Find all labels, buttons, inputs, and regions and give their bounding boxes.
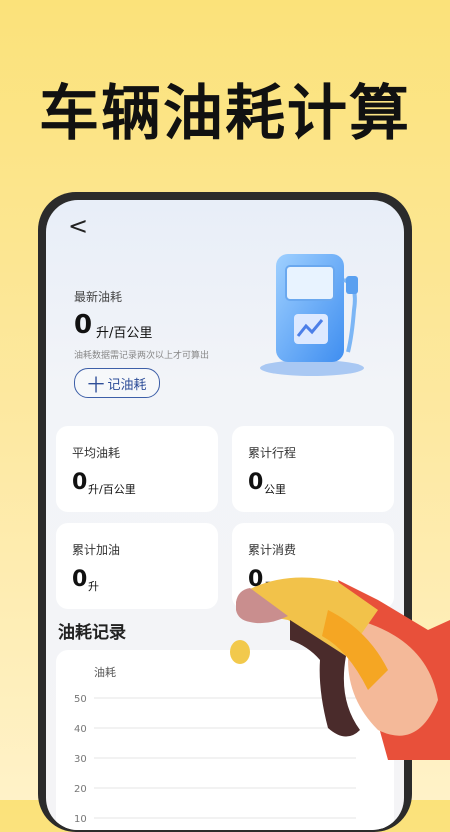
y-tick-label: 20 <box>74 784 87 795</box>
stat-card-fuel: 累计加油 0 升 <box>56 523 218 609</box>
headline: 车辆油耗计算 <box>39 79 411 149</box>
stat-card-distance: 累计行程 0 公里 <box>232 426 394 512</box>
y-tick-label: 10 <box>74 814 87 825</box>
stat-value: 0 <box>72 470 88 495</box>
fuel-nozzle-illustration <box>230 577 450 760</box>
stat-label: 累计消费 <box>248 543 297 557</box>
latest-consumption-label: 最新油耗 <box>74 290 123 304</box>
y-axis-label: 油耗 <box>94 665 116 679</box>
latest-consumption-unit: 升/百公里 <box>96 326 153 341</box>
stat-label: 累计行程 <box>248 446 297 460</box>
add-record-button[interactable]: 十 记油耗 <box>74 368 160 398</box>
chevron-left-icon[interactable]: < <box>68 212 88 240</box>
latest-consumption-hint: 油耗数据需记录两次以上才可算出 <box>74 351 210 361</box>
stat-label: 平均油耗 <box>72 446 121 460</box>
y-tick-label: 30 <box>74 754 87 765</box>
stat-unit: 公里 <box>264 483 286 496</box>
latest-consumption-value: 0 <box>74 310 93 340</box>
stat-label: 累计加油 <box>72 543 121 557</box>
stat-value: 0 <box>248 470 264 495</box>
records-section-title: 油耗记录 <box>58 623 126 643</box>
y-tick-label: 50 <box>74 694 87 705</box>
stat-value: 0 <box>72 567 88 592</box>
stat-unit: 升/百公里 <box>88 483 136 496</box>
add-record-label: 记油耗 <box>107 377 147 393</box>
y-tick-label: 40 <box>74 724 87 735</box>
plus-icon: 十 <box>87 375 105 396</box>
fuel-pump-illustration <box>260 254 364 376</box>
stat-card-average: 平均油耗 0 升/百公里 <box>56 426 218 512</box>
stat-unit: 升 <box>88 580 99 593</box>
